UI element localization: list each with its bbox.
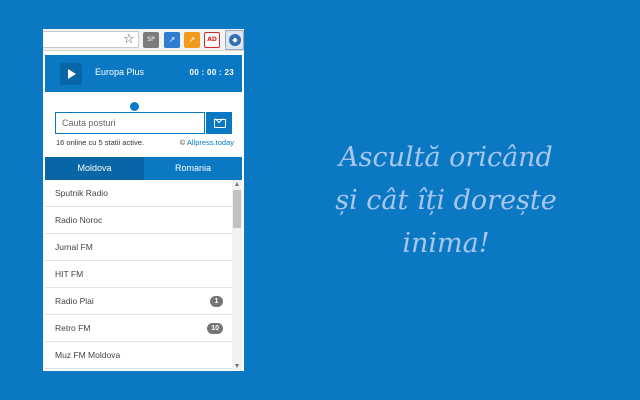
radio-popup: ☆ SP ↗ ↗ AD ◆ Europa Plus 00 : 00 : 23 1… <box>43 29 244 371</box>
listener-count-badge: 1 <box>210 296 223 307</box>
ext-2-icon[interactable]: ↗ <box>164 32 180 48</box>
slogan: Ascultă oricând și cât îți dorește inima… <box>262 136 630 265</box>
radio-extension-icon: ◆ <box>229 34 241 46</box>
station-item[interactable]: Radio Plai 1 <box>45 288 233 315</box>
slogan-line: și cât îți dorește <box>335 185 557 216</box>
scroll-down-icon[interactable] <box>235 364 239 368</box>
station-label: Muz FM Moldova <box>55 350 121 360</box>
slogan-line: Ascultă oricând <box>339 142 553 173</box>
ext-4-icon[interactable]: AD <box>204 32 220 48</box>
play-timer: 00 : 00 : 23 <box>189 68 234 77</box>
station-label: Radio Noroc <box>55 215 103 225</box>
list-scrollbar[interactable] <box>232 180 242 370</box>
copyright-prefix: © <box>179 138 187 147</box>
station-label: Sputnik Radio <box>55 188 108 198</box>
country-tabs: Moldova Romania <box>45 157 242 180</box>
online-stats: 16 online cu 5 statii active. <box>56 138 144 147</box>
player-bar: Europa Plus 00 : 00 : 23 <box>45 55 242 92</box>
station-label: Jurnal FM <box>55 242 93 252</box>
station-item[interactable]: Jurnal FM <box>45 234 233 261</box>
tab-romania[interactable]: Romania <box>144 157 242 180</box>
bookmark-star-icon[interactable]: ☆ <box>123 31 135 48</box>
station-item[interactable]: Retro FM 10 <box>45 315 233 342</box>
radio-extension-button[interactable]: ◆ <box>225 30 244 50</box>
station-item[interactable]: Radio Noroc <box>45 207 233 234</box>
tab-moldova[interactable]: Moldova <box>45 157 144 180</box>
credit: © Allpress.today <box>180 138 234 147</box>
station-label: Retro FM <box>55 323 91 333</box>
ext-3-icon[interactable]: ↗ <box>184 32 200 48</box>
station-list: Sputnik Radio Radio Noroc Jurnal FM HIT … <box>45 180 233 369</box>
pointer-dot-icon <box>130 102 139 111</box>
search-input[interactable] <box>55 112 205 134</box>
station-item[interactable]: Muz FM Moldova <box>45 342 233 369</box>
listener-count-badge: 10 <box>207 323 223 334</box>
station-label: Radio Plai <box>55 296 94 306</box>
slogan-line: inima! <box>402 228 490 259</box>
scroll-up-icon[interactable] <box>235 182 239 186</box>
station-item[interactable]: HIT FM <box>45 261 233 288</box>
play-button[interactable] <box>60 63 82 85</box>
scrollbar-thumb[interactable] <box>233 190 241 228</box>
station-item[interactable]: Sputnik Radio <box>45 180 233 207</box>
allpress-link[interactable]: Allpress.today <box>187 138 234 147</box>
ext-1-icon[interactable]: SP <box>143 32 159 48</box>
mail-button[interactable] <box>206 112 232 134</box>
browser-toolbar: ☆ SP ↗ ↗ AD ◆ <box>43 29 244 51</box>
station-label: HIT FM <box>55 269 84 279</box>
current-station: Europa Plus <box>95 67 145 77</box>
